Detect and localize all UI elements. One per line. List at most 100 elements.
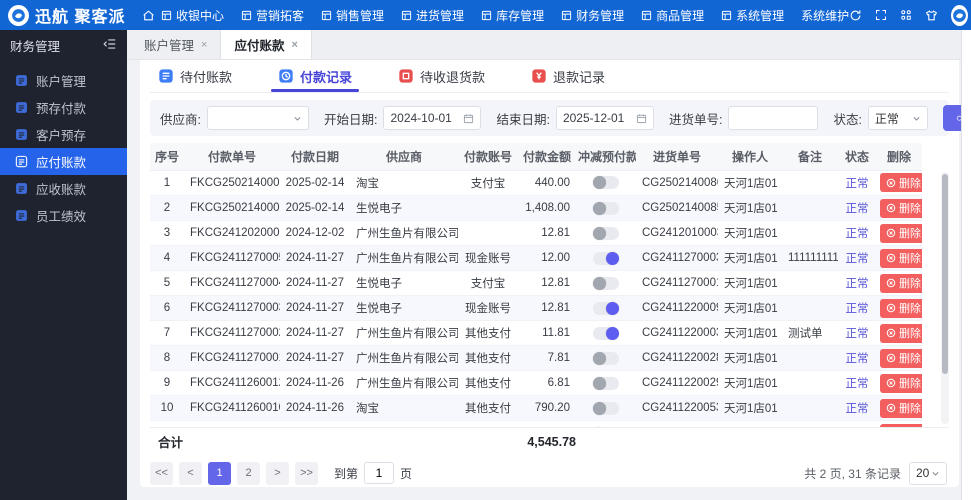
delete-button[interactable]: 删除 bbox=[880, 298, 922, 318]
delete-button[interactable]: 删除 bbox=[880, 198, 922, 218]
delete-button[interactable]: 删除 bbox=[880, 398, 922, 418]
status-select[interactable]: 正常 bbox=[867, 106, 928, 130]
delete-button[interactable]: 删除 bbox=[880, 223, 922, 243]
sub-tab[interactable]: 退款记录 bbox=[531, 60, 605, 92]
offset-prepay-toggle[interactable] bbox=[593, 276, 619, 290]
delete-button[interactable]: 删除 bbox=[880, 373, 922, 393]
window-tab[interactable]: 账户管理 × bbox=[131, 30, 222, 59]
offset-prepay-toggle[interactable] bbox=[593, 251, 619, 265]
offset-prepay-toggle[interactable] bbox=[593, 401, 619, 415]
page-size-select[interactable]: 20 bbox=[909, 461, 947, 485]
supplier-label: 供应商: bbox=[160, 112, 201, 127]
po-number-input[interactable] bbox=[728, 106, 819, 130]
cell: FKCG2411260010 bbox=[184, 395, 280, 421]
cell: 2024-12-02 bbox=[280, 220, 350, 246]
delete-icon bbox=[886, 253, 896, 263]
cell: 9 bbox=[150, 370, 184, 396]
sidebar-item[interactable]: 客户预存 bbox=[0, 121, 127, 148]
cell: 天河1店01 bbox=[718, 270, 782, 296]
table-scrollbar[interactable] bbox=[941, 171, 949, 424]
cell: 其他支付 bbox=[458, 345, 518, 371]
last-page-button[interactable]: >> bbox=[295, 461, 318, 485]
offset-prepay-toggle[interactable] bbox=[593, 301, 619, 315]
first-page-button[interactable]: << bbox=[150, 461, 173, 485]
refresh-icon[interactable] bbox=[849, 9, 862, 22]
cell: 2024-11-27 bbox=[280, 345, 350, 371]
delete-icon bbox=[886, 378, 896, 388]
close-icon[interactable]: × bbox=[291, 39, 297, 51]
offset-prepay-toggle[interactable] bbox=[593, 351, 619, 365]
cell: 测试单 bbox=[782, 320, 838, 346]
status-badge: 正常 bbox=[845, 353, 869, 365]
topnav-item[interactable]: 财务管理 bbox=[561, 7, 624, 24]
table-scrollbar-thumb[interactable] bbox=[942, 173, 948, 374]
window-tab[interactable]: 应付账款 × bbox=[221, 30, 312, 59]
home-icon[interactable] bbox=[142, 9, 155, 22]
cell bbox=[782, 370, 838, 396]
cell: 2 bbox=[150, 195, 184, 221]
page-scrollbar[interactable] bbox=[961, 30, 971, 500]
supplier-select[interactable] bbox=[206, 106, 309, 130]
offset-prepay-toggle[interactable] bbox=[593, 201, 619, 215]
module-icon bbox=[561, 10, 572, 21]
close-icon[interactable]: × bbox=[201, 39, 207, 51]
goto-page-suffix: 页 bbox=[400, 466, 413, 481]
cell: 天河1店01 bbox=[718, 320, 782, 346]
sidebar-collapse-icon[interactable] bbox=[103, 37, 117, 54]
delete-button[interactable]: 删除 bbox=[880, 348, 922, 368]
prev-page-button[interactable]: < bbox=[179, 461, 202, 485]
sidebar-item[interactable]: 应收账款 bbox=[0, 175, 127, 202]
delete-button[interactable]: 删除 bbox=[880, 248, 922, 268]
offset-prepay-toggle[interactable] bbox=[593, 376, 619, 390]
fullscreen-icon[interactable] bbox=[875, 9, 887, 21]
topnav-item[interactable]: 库存管理 bbox=[481, 7, 544, 24]
user-avatar bbox=[951, 4, 969, 26]
cell: CG2412010003 bbox=[636, 220, 718, 246]
delete-button[interactable]: 删除 bbox=[880, 273, 922, 293]
topnav-item[interactable]: 商品管理 bbox=[641, 7, 704, 24]
page-number-button[interactable]: 1 bbox=[208, 461, 231, 485]
sidebar-item[interactable]: 账户管理 bbox=[0, 67, 127, 94]
cell: 12.00 bbox=[518, 245, 576, 271]
cell: 111111111 bbox=[782, 245, 838, 271]
cell: 生悦电子 bbox=[350, 295, 458, 321]
cell: FKCG2502140002 bbox=[184, 170, 280, 196]
user-menu[interactable]: 天河1店 01 bbox=[951, 0, 971, 35]
status-label: 状态: bbox=[833, 112, 862, 127]
cell bbox=[782, 295, 838, 321]
topnav-item[interactable]: 销售管理 bbox=[321, 7, 384, 24]
offset-prepay-toggle[interactable] bbox=[593, 226, 619, 240]
offset-prepay-toggle[interactable] bbox=[593, 176, 619, 190]
delete-icon bbox=[886, 353, 896, 363]
delete-button[interactable]: 删除 bbox=[880, 323, 922, 343]
sidebar-item[interactable]: 预存付款 bbox=[0, 94, 127, 121]
start-date-input[interactable]: 2024-10-01 bbox=[383, 106, 482, 130]
topnav-item[interactable]: 营销拓客 bbox=[241, 7, 304, 24]
sub-tab[interactable]: 待收退货款 bbox=[398, 60, 485, 92]
sub-tab[interactable]: 付款记录 bbox=[271, 60, 360, 92]
topnav-item[interactable]: 系统管理 bbox=[721, 7, 784, 24]
sub-tab[interactable]: 待付账款 bbox=[158, 60, 232, 92]
topnav-item[interactable]: 系统维护 bbox=[801, 7, 849, 24]
theme-shirt-icon[interactable] bbox=[925, 9, 938, 22]
cell: 12.81 bbox=[518, 295, 576, 321]
cell: 现金账号 bbox=[458, 245, 518, 271]
sidebar-item[interactable]: 员工绩效 bbox=[0, 202, 127, 229]
column-header: 付款单号 bbox=[184, 143, 280, 171]
page-number-button[interactable]: 2 bbox=[237, 461, 260, 485]
payments-table: 序号 付款单号 付款日期 供应商 付款账号 付款金额 冲减预付款 进货单号 操作人 备注 状态 删除 … bbox=[150, 143, 949, 427]
goto-page-input[interactable] bbox=[364, 462, 395, 484]
offset-prepay-toggle[interactable] bbox=[593, 326, 619, 340]
module-icon bbox=[721, 10, 732, 21]
apps-icon[interactable] bbox=[900, 9, 912, 21]
cell bbox=[458, 195, 518, 221]
end-date-input[interactable]: 2025-12-01 bbox=[555, 106, 654, 130]
sidebar-item[interactable]: 应付账款 bbox=[0, 148, 127, 175]
refund-icon bbox=[531, 68, 547, 84]
total-amount: 4,545.78 bbox=[527, 434, 576, 449]
next-page-button[interactable]: > bbox=[266, 461, 289, 485]
topnav-item[interactable]: 进货管理 bbox=[401, 7, 464, 24]
delete-button[interactable]: 删除 bbox=[880, 173, 922, 193]
topnav-item[interactable]: 收银中心 bbox=[161, 7, 224, 24]
brand-logo-icon bbox=[8, 4, 29, 26]
